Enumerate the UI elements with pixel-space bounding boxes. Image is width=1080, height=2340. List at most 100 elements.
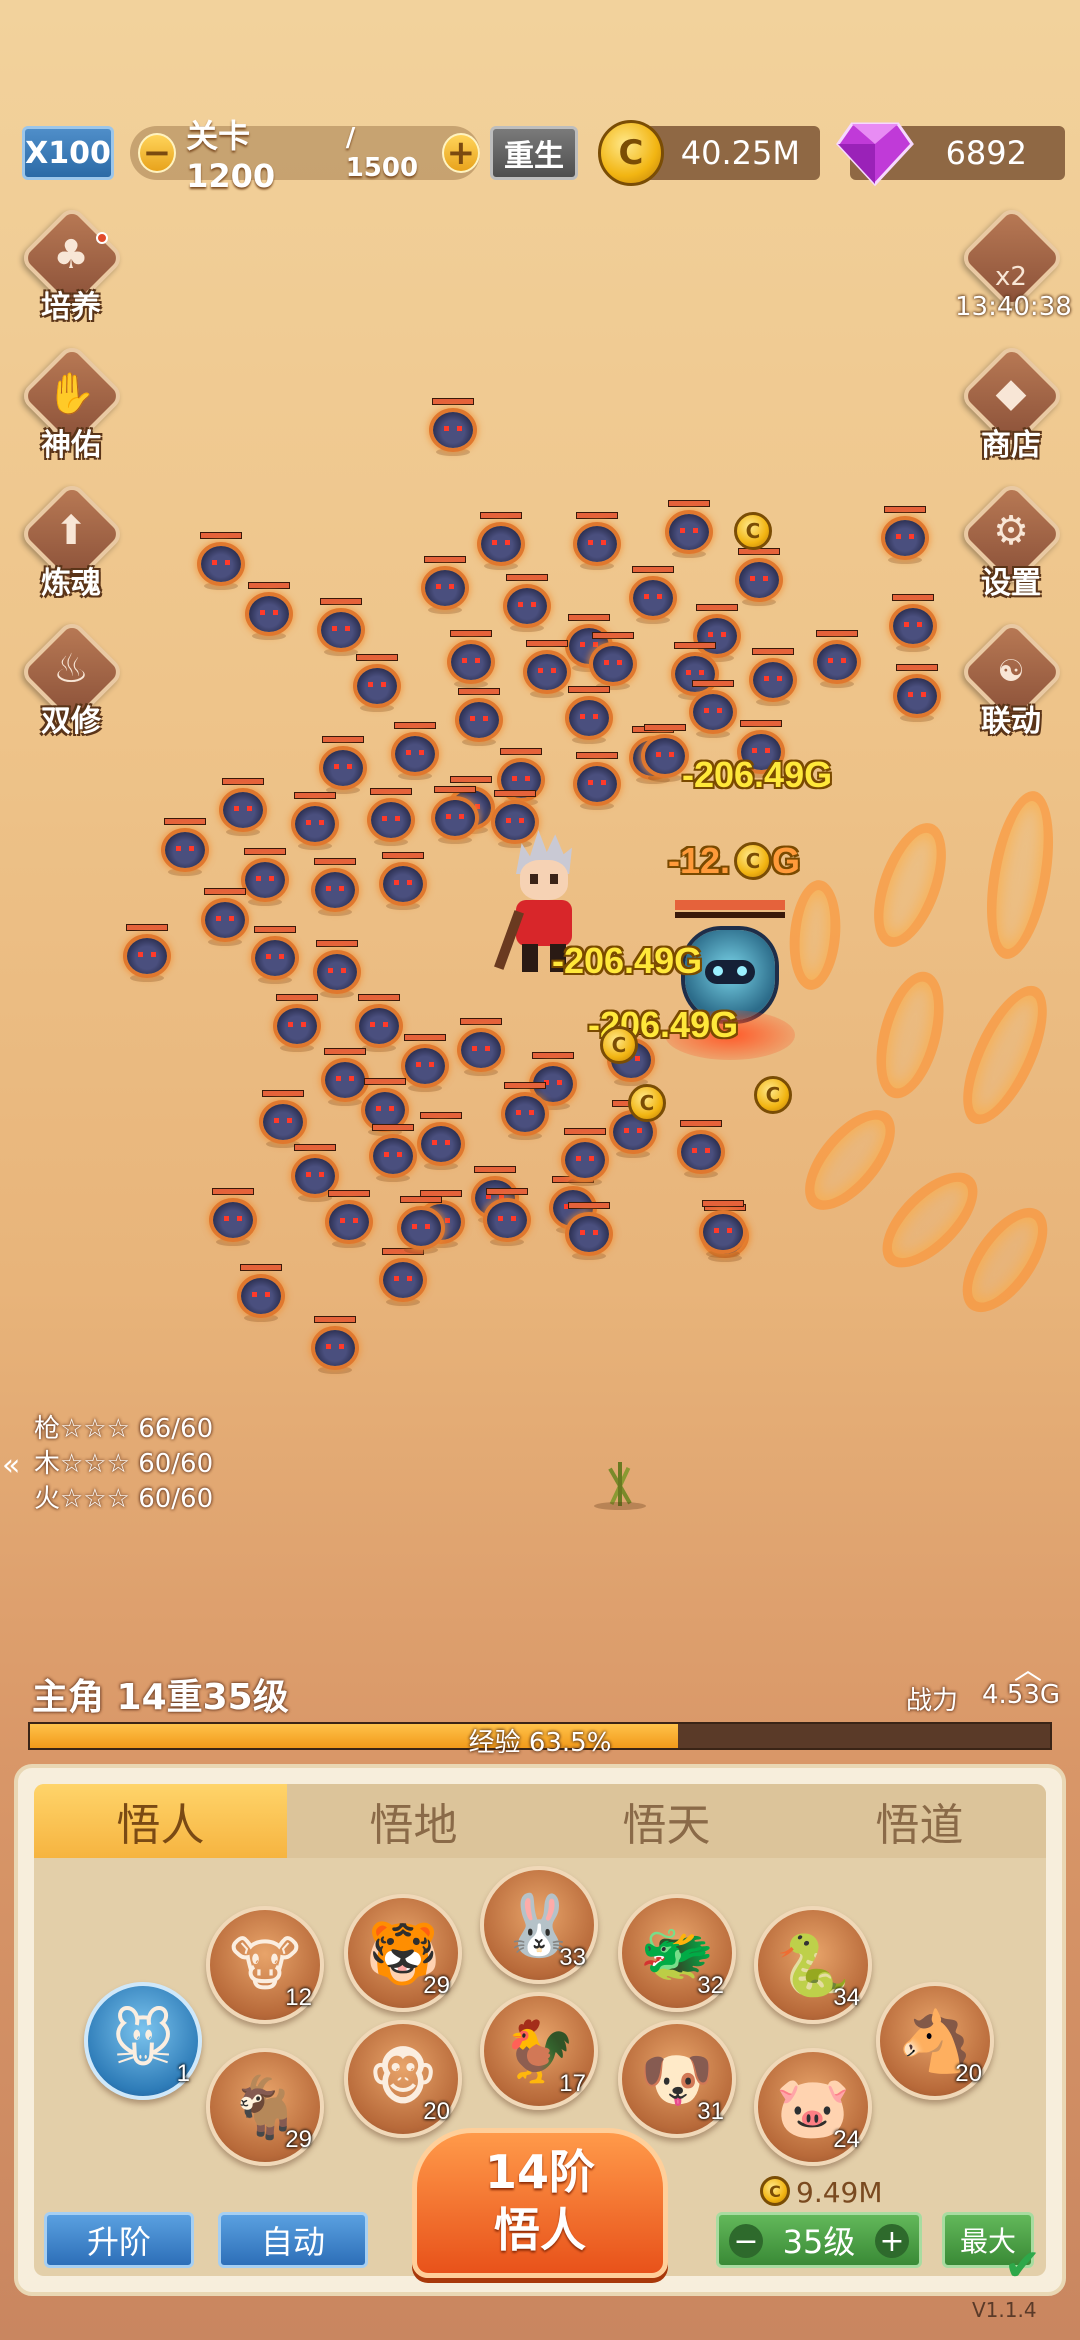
- spiky-monster[interactable]: [396, 1196, 446, 1256]
- spiky-monster[interactable]: [196, 532, 246, 592]
- spiky-monster[interactable]: [564, 1202, 614, 1262]
- dropped-coin-icon[interactable]: C: [628, 1084, 666, 1122]
- spiky-monster[interactable]: [430, 786, 480, 846]
- spiky-monster[interactable]: [572, 752, 622, 812]
- tab-wu-tian[interactable]: 悟天: [540, 1784, 793, 1858]
- spiky-monster[interactable]: [564, 614, 614, 674]
- zodiac-node-snake[interactable]: 🐍 34: [754, 1906, 872, 2024]
- spiky-monster[interactable]: [160, 818, 210, 878]
- spiky-monster[interactable]: [628, 726, 678, 786]
- spiky-monster[interactable]: [318, 736, 368, 796]
- spiky-monster[interactable]: [244, 582, 294, 642]
- stage-minus-button[interactable]: −: [138, 133, 177, 173]
- spiky-monster[interactable]: [496, 748, 546, 808]
- spiky-monster[interactable]: [670, 642, 720, 702]
- blessing-button[interactable]: ✋ 神佑: [16, 342, 126, 463]
- spiky-monster[interactable]: [688, 680, 738, 740]
- spiky-monster[interactable]: [476, 512, 526, 572]
- spiky-monster[interactable]: [236, 1264, 286, 1324]
- spiky-monster[interactable]: [416, 1112, 466, 1172]
- zodiac-node-dragon[interactable]: 🐲 32: [618, 1894, 736, 2012]
- spiky-monster[interactable]: [572, 512, 622, 572]
- zodiac-node-ox[interactable]: 🐮 12: [206, 1906, 324, 2024]
- spiky-monster[interactable]: [316, 598, 366, 658]
- spiky-monster[interactable]: [310, 1316, 360, 1376]
- spiky-monster[interactable]: [324, 1190, 374, 1250]
- spiky-monster[interactable]: [366, 788, 416, 848]
- spiky-monster[interactable]: [502, 574, 552, 634]
- spiky-monster[interactable]: [482, 1188, 532, 1248]
- spiky-monster[interactable]: [208, 1188, 258, 1248]
- spiky-monster[interactable]: [500, 1082, 550, 1142]
- shop-button[interactable]: ◆ 商店: [956, 342, 1066, 463]
- zodiac-node-goat[interactable]: 🐐 29: [206, 2048, 324, 2166]
- zodiac-node-rooster[interactable]: 🐓 17: [480, 1992, 598, 2110]
- spiky-monster[interactable]: [664, 500, 714, 560]
- spiky-monster[interactable]: [548, 1176, 598, 1236]
- spiky-monster[interactable]: [528, 1052, 578, 1112]
- zodiac-node-tiger[interactable]: 🐯 29: [344, 1894, 462, 2012]
- spiky-monster[interactable]: [698, 1200, 748, 1260]
- spiky-monster[interactable]: [812, 630, 862, 690]
- stage-plus-button[interactable]: +: [441, 133, 480, 173]
- settings-button[interactable]: ⚙ 设置: [956, 480, 1066, 601]
- spiky-monster[interactable]: [320, 1048, 370, 1108]
- tab-wu-di[interactable]: 悟地: [287, 1784, 540, 1858]
- auto-button[interactable]: 自动: [218, 2212, 368, 2268]
- spiky-monster[interactable]: [390, 722, 440, 782]
- spiky-monster[interactable]: [748, 648, 798, 708]
- zodiac-node-rabbit[interactable]: 🐰 33: [480, 1866, 598, 1984]
- spiky-monster[interactable]: [352, 654, 402, 714]
- dropped-coin-icon[interactable]: C: [754, 1076, 792, 1114]
- tab-wu-ren[interactable]: 悟人: [34, 1784, 287, 1858]
- spiky-monster[interactable]: [290, 1144, 340, 1204]
- dropped-coin-icon[interactable]: C: [734, 512, 772, 550]
- zodiac-node-monkey[interactable]: 🐵 20: [344, 2020, 462, 2138]
- spiky-monster[interactable]: [312, 940, 362, 1000]
- collapse-left-icon[interactable]: «: [2, 1448, 20, 1483]
- zodiac-node-dog[interactable]: 🐶 31: [618, 2020, 736, 2138]
- spiky-monster[interactable]: [378, 1248, 428, 1308]
- spiky-monster[interactable]: [522, 640, 572, 700]
- level-minus-button[interactable]: −: [729, 2224, 763, 2259]
- spiky-monster[interactable]: [218, 778, 268, 838]
- dual-cultivation-button[interactable]: ♨ 双修: [16, 618, 126, 739]
- level-plus-button[interactable]: +: [875, 2224, 909, 2259]
- spiky-monster[interactable]: [400, 1034, 450, 1094]
- spiky-monster[interactable]: [122, 924, 172, 984]
- spiky-monster[interactable]: [470, 1166, 520, 1226]
- spiky-monster[interactable]: [560, 1128, 610, 1188]
- spiky-monster[interactable]: [354, 994, 404, 1054]
- zodiac-node-pig[interactable]: 🐷 24: [754, 2048, 872, 2166]
- zodiac-node-horse[interactable]: 🐴 20: [876, 1982, 994, 2100]
- spiky-monster[interactable]: [628, 566, 678, 626]
- refine-soul-button[interactable]: ⬆ 炼魂: [16, 480, 126, 601]
- spiky-monster[interactable]: [258, 1090, 308, 1150]
- spiky-monster[interactable]: [888, 594, 938, 654]
- spiky-monster[interactable]: [676, 1120, 726, 1180]
- spiky-monster[interactable]: [588, 632, 638, 692]
- spiky-monster[interactable]: [892, 664, 942, 724]
- spiky-monster[interactable]: [360, 1078, 410, 1138]
- spiky-monster[interactable]: [378, 852, 428, 912]
- spiky-monster[interactable]: [446, 630, 496, 690]
- spiky-monster[interactable]: [446, 776, 496, 836]
- spiky-monster[interactable]: [200, 888, 250, 948]
- spiky-monster[interactable]: [250, 926, 300, 986]
- spiky-monster[interactable]: [454, 688, 504, 748]
- tab-wu-dao[interactable]: 悟道: [793, 1784, 1046, 1858]
- spiky-monster[interactable]: [416, 1190, 466, 1250]
- spiky-monster[interactable]: [734, 548, 784, 608]
- crossover-button[interactable]: ☯ 联动: [956, 618, 1066, 739]
- spiky-monster[interactable]: [368, 1124, 418, 1184]
- spiky-monster[interactable]: [564, 686, 614, 746]
- zodiac-node-rat[interactable]: 🐭 1: [84, 1982, 202, 2100]
- cultivate-button[interactable]: ♣ 培养: [16, 204, 126, 325]
- dropped-coin-icon[interactable]: C: [600, 1026, 638, 1064]
- spiky-monster[interactable]: [420, 556, 470, 616]
- spiky-monster[interactable]: [310, 858, 360, 918]
- spiky-monster[interactable]: [272, 994, 322, 1054]
- spiky-monster[interactable]: [456, 1018, 506, 1078]
- speed-multiplier-button[interactable]: X100: [22, 126, 114, 180]
- spiky-monster[interactable]: [700, 1204, 750, 1264]
